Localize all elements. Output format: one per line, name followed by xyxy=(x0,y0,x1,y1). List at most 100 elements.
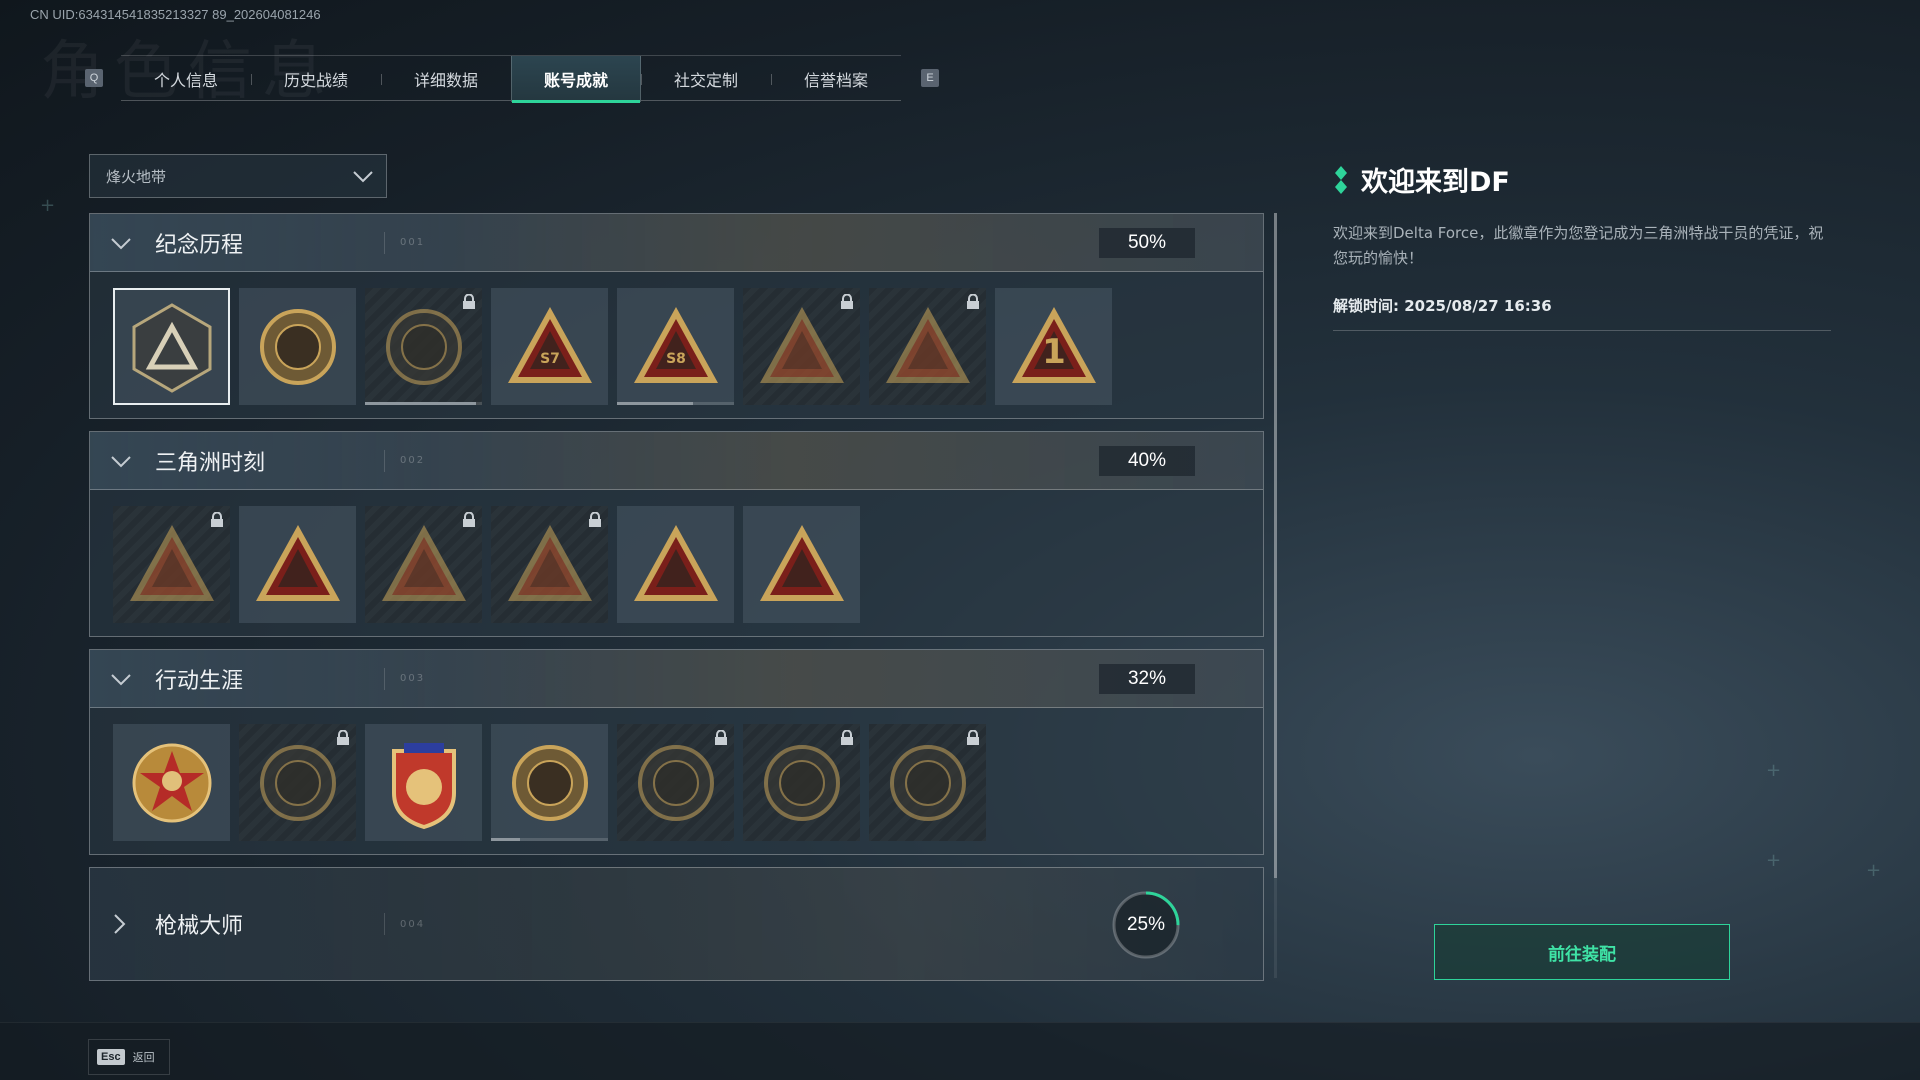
section-title: 枪械大师 xyxy=(155,914,244,939)
lock-icon xyxy=(841,730,853,745)
achievement-badge[interactable] xyxy=(113,288,230,405)
badge-grid xyxy=(90,708,1263,854)
achievement-badge[interactable] xyxy=(239,724,356,841)
emblem-triangle-badge-icon xyxy=(507,524,592,601)
crate-triangle-badge-icon xyxy=(129,524,214,601)
section-header[interactable]: 行动生涯 003 32% xyxy=(90,650,1263,708)
skull-triangle-badge-icon xyxy=(255,524,340,601)
back-button[interactable]: Esc 返回 xyxy=(88,1039,170,1075)
achievement-list: 纪念历程 001 50% S7 S8 1 三角洲时刻 002 40% 行动生涯 003 32% 枪械大师… xyxy=(89,213,1264,981)
kneeling-operator-badge-icon xyxy=(381,524,466,601)
section-percent: 32% xyxy=(1099,664,1195,694)
grid-cross-icon: + xyxy=(1766,760,1782,781)
ribbon-shield-badge-icon xyxy=(391,742,456,829)
achievement-badge[interactable] xyxy=(239,288,356,405)
achievement-badge[interactable] xyxy=(365,724,482,841)
detail-title: 欢迎来到DF xyxy=(1361,167,1510,198)
badge-progress-bar xyxy=(365,402,482,405)
achievement-badge[interactable] xyxy=(743,506,860,623)
badge-progress-bar xyxy=(617,402,734,405)
tab-personal-info[interactable]: 个人信息 xyxy=(121,56,251,102)
badge-grid xyxy=(90,490,1263,636)
achievement-badge[interactable]: 1 xyxy=(995,288,1112,405)
achievement-section-collapsed[interactable]: 枪械大师 004 25% xyxy=(89,867,1264,981)
section-divider xyxy=(384,668,385,690)
soldier-crossed-arms-badge-icon xyxy=(885,306,970,383)
lock-icon xyxy=(967,294,979,309)
grid-cross-icon: + xyxy=(1866,860,1882,881)
achievement-badge[interactable] xyxy=(617,724,734,841)
lock-icon xyxy=(841,294,853,309)
tab-account-achievements[interactable]: 账号成就 xyxy=(511,56,641,103)
chevron-right-icon xyxy=(114,914,126,934)
tab-match-history[interactable]: 历史战绩 xyxy=(251,56,381,102)
section-divider xyxy=(384,450,385,472)
next-tab-key-icon[interactable]: E xyxy=(921,69,939,87)
achievement-badge[interactable] xyxy=(869,724,986,841)
chevron-down-icon xyxy=(353,171,373,183)
diamond-marker-icon xyxy=(1335,165,1347,194)
skull-target-badge-icon xyxy=(763,744,840,821)
achievement-badge[interactable] xyxy=(113,724,230,841)
season-57-triangle-badge-icon: S7 xyxy=(507,306,592,383)
section-number: 004 xyxy=(400,918,426,930)
detail-unlock-time: 解锁时间: 2025/08/27 16:36 xyxy=(1333,295,1831,331)
achievement-badge[interactable] xyxy=(365,288,482,405)
achievement-badge[interactable] xyxy=(617,506,734,623)
game-mode-select[interactable]: 烽火地带 xyxy=(89,154,387,198)
achievement-badge[interactable] xyxy=(491,724,608,841)
tab-credit-profile[interactable]: 信誉档案 xyxy=(771,56,901,102)
section-divider xyxy=(384,913,385,935)
section-number: 003 xyxy=(400,673,426,684)
svg-text:S8: S8 xyxy=(666,351,686,367)
section-header[interactable]: 纪念历程 001 50% xyxy=(90,214,1263,272)
achievement-badge[interactable] xyxy=(743,288,860,405)
grid-cross-icon: + xyxy=(40,195,56,216)
svg-text:1: 1 xyxy=(1042,332,1066,372)
chevron-down-icon xyxy=(111,674,131,686)
detail-description: 欢迎来到Delta Force，此徽章作为您登记成为三角洲特战干员的凭证，祝您玩… xyxy=(1333,224,1824,267)
achievement-badge[interactable] xyxy=(491,506,608,623)
lock-icon xyxy=(715,730,727,745)
gem-shield-badge-icon xyxy=(511,744,588,821)
chevron-down-icon xyxy=(111,238,131,250)
rocket-triangle-badge-icon xyxy=(759,524,844,601)
tab-row: 个人信息 历史战绩 详细数据 账号成就 社交定制 信誉档案 xyxy=(121,55,901,103)
section-title: 纪念历程 xyxy=(155,232,244,258)
scrollbar[interactable] xyxy=(1274,213,1277,978)
uid-label: CN UID:634314541835213327 89_20260408124… xyxy=(30,7,321,22)
section-divider xyxy=(384,232,385,254)
achievement-badge[interactable] xyxy=(869,288,986,405)
badge-progress-bar xyxy=(491,838,608,841)
season-58-triangle-badge-icon: S8 xyxy=(633,306,718,383)
section-percent: 50% xyxy=(1099,228,1195,258)
scrollbar-thumb[interactable] xyxy=(1274,213,1277,878)
achievement-badge[interactable]: S7 xyxy=(491,288,608,405)
achievement-badge[interactable] xyxy=(239,506,356,623)
achievement-badge[interactable] xyxy=(743,724,860,841)
helicopter-shield-badge-icon xyxy=(259,308,336,385)
section-percent: 40% xyxy=(1099,446,1195,476)
achievement-section: 行动生涯 003 32% xyxy=(89,649,1264,855)
achievement-badge[interactable] xyxy=(113,506,230,623)
squad-triangle-badge-icon xyxy=(633,524,718,601)
tab-social-custom[interactable]: 社交定制 xyxy=(641,56,771,102)
chevron-down-icon xyxy=(111,456,131,468)
number-one-triangle-badge-icon: 1 xyxy=(1011,306,1096,383)
achievement-badge[interactable]: S8 xyxy=(617,288,734,405)
footer-bar: Esc 返回 xyxy=(0,1022,1920,1080)
tab-detailed-data[interactable]: 详细数据 xyxy=(381,56,511,102)
lock-icon xyxy=(211,512,223,527)
delta-triangle-badge-icon xyxy=(132,302,211,393)
dark-crest-badge-icon xyxy=(385,308,462,385)
achievement-badge[interactable] xyxy=(365,506,482,623)
go-equip-button[interactable]: 前往装配 xyxy=(1434,924,1730,980)
lock-icon xyxy=(589,512,601,527)
prev-tab-key-icon[interactable]: Q xyxy=(85,69,103,87)
progress-ring: 25% xyxy=(1109,888,1183,962)
section-header[interactable]: 三角洲时刻 002 40% xyxy=(90,432,1263,490)
game-mode-select-value: 烽火地带 xyxy=(106,167,167,186)
top-tab-bar: Q 个人信息 历史战绩 详细数据 账号成就 社交定制 信誉档案 E xyxy=(85,55,945,103)
achievement-section: 三角洲时刻 002 40% xyxy=(89,431,1264,637)
lock-icon xyxy=(337,730,349,745)
